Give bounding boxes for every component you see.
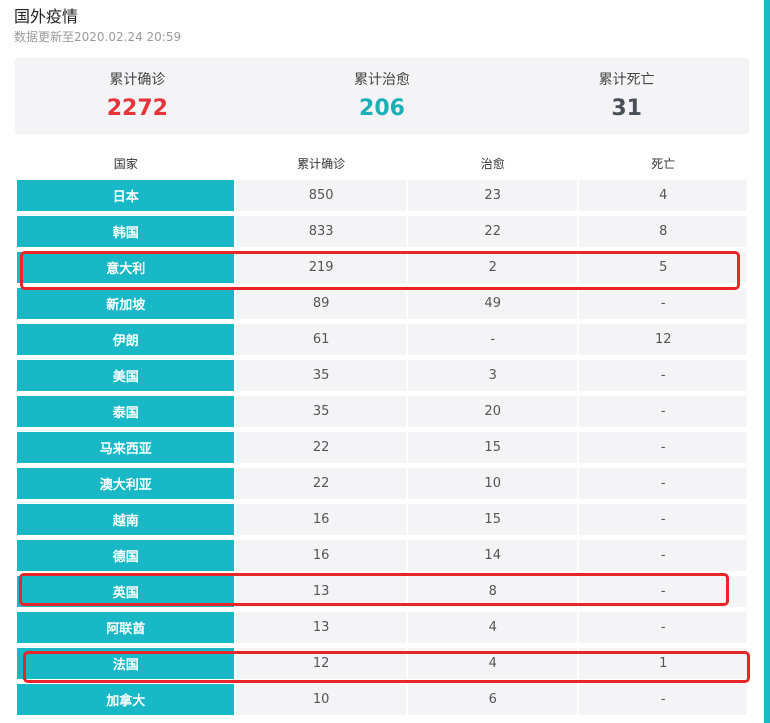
update-time: 数据更新至2020.02.24 20:59	[14, 30, 182, 44]
deaths-cell: 12	[579, 324, 747, 355]
recovered-cell: 6	[407, 684, 578, 715]
highlight-box-uk	[19, 573, 729, 606]
column-header-confirmed: 累计确诊	[297, 156, 346, 171]
recovered-cell: 20	[407, 396, 578, 427]
confirmed-cell: 61	[236, 324, 406, 355]
country-cell: 伊朗	[17, 324, 235, 355]
table-row[interactable]: 泰国 35 20-	[17, 396, 747, 427]
confirmed-cell: 833	[236, 216, 406, 247]
recovered-cell: 15	[407, 504, 578, 535]
table-row[interactable]: 德国 16 14-	[17, 540, 747, 571]
right-accent-bar	[764, 0, 770, 723]
table-row[interactable]: 韩国 833 22 8	[17, 216, 747, 247]
confirmed-cell: 35	[236, 360, 406, 391]
deaths-cell: -	[579, 360, 747, 391]
recovered-cell: 22	[407, 216, 578, 247]
country-cell: 越南	[17, 504, 235, 535]
stat-deaths: 累计死亡 31	[504, 58, 749, 134]
stat-value: 2272	[106, 96, 168, 121]
recovered-cell: 10	[407, 468, 578, 499]
deaths-cell: -	[579, 432, 747, 463]
country-cell: 泰国	[17, 396, 235, 427]
country-cell: 加拿大	[17, 684, 235, 715]
recovered-cell: 4	[407, 612, 578, 643]
deaths-cell: 8	[579, 216, 747, 247]
deaths-cell: -	[579, 504, 747, 535]
country-cell: 阿联酋	[17, 612, 235, 643]
deaths-cell: -	[579, 468, 747, 499]
confirmed-cell: 35	[236, 396, 406, 427]
confirmed-cell: 13	[236, 612, 406, 643]
country-cell: 日本	[17, 180, 235, 211]
table-row[interactable]: 加拿大 10 6-	[17, 684, 747, 715]
deaths-cell: -	[579, 396, 747, 427]
stat-label: 累计治愈	[354, 72, 410, 88]
deaths-cell: -	[579, 612, 747, 643]
recovered-cell: 15	[407, 432, 578, 463]
table-row[interactable]: 新加坡 89 49-	[17, 288, 747, 319]
stat-label: 累计确诊	[109, 72, 166, 88]
page-title: 国外疫情	[14, 7, 79, 26]
table-header: 国家 累计确诊 治愈 死亡	[17, 150, 747, 176]
highlight-box-italy	[20, 251, 740, 290]
deaths-cell: -	[579, 540, 747, 571]
deaths-cell: -	[579, 684, 747, 715]
confirmed-cell: 22	[236, 468, 406, 499]
stat-label: 累计死亡	[598, 72, 655, 88]
country-cell: 新加坡	[17, 288, 235, 319]
country-cell: 德国	[17, 540, 235, 571]
stat-value: 31	[611, 96, 642, 121]
column-header-recovered: 治愈	[480, 156, 505, 171]
stat-value: 206	[359, 96, 405, 121]
table-row[interactable]: 澳大利亚 22 10-	[17, 468, 747, 499]
column-header-country: 国家	[113, 156, 138, 171]
table-row[interactable]: 越南 16 15-	[17, 504, 747, 535]
recovered-cell: 3	[407, 360, 578, 391]
deaths-cell: 4	[579, 180, 747, 211]
confirmed-cell: 16	[236, 504, 406, 535]
country-cell: 马来西亚	[17, 432, 235, 463]
confirmed-cell: 89	[236, 288, 406, 319]
stat-confirmed: 累计确诊 2272	[15, 58, 260, 134]
confirmed-cell: 10	[236, 684, 406, 715]
recovered-cell: 14	[407, 540, 578, 571]
country-cell: 澳大利亚	[17, 468, 235, 499]
country-cell: 韩国	[17, 216, 235, 247]
highlight-box-france	[23, 651, 750, 683]
confirmed-cell: 850	[236, 180, 406, 211]
table-row[interactable]: 马来西亚 22 15-	[17, 432, 747, 463]
table-row[interactable]: 阿联酋 13 4-	[17, 612, 747, 643]
country-cell: 美国	[17, 360, 235, 391]
recovered-cell: 23	[407, 180, 578, 211]
stat-recovered: 累计治愈 206	[260, 58, 505, 134]
confirmed-cell: 16	[236, 540, 406, 571]
table-row[interactable]: 日本 850 23 4	[17, 180, 747, 211]
recovered-cell: -	[407, 324, 578, 355]
summary-panel: 累计确诊 2272 累计治愈 206 累计死亡 31	[15, 58, 749, 134]
deaths-cell: -	[579, 288, 747, 319]
confirmed-cell: 22	[236, 432, 406, 463]
table-row[interactable]: 美国 35 3-	[17, 360, 747, 391]
table-row[interactable]: 伊朗 61-12	[17, 324, 747, 355]
column-header-deaths: 死亡	[651, 156, 676, 171]
page-header: 国外疫情 数据更新至2020.02.24 20:59	[14, 6, 181, 45]
recovered-cell: 49	[407, 288, 578, 319]
